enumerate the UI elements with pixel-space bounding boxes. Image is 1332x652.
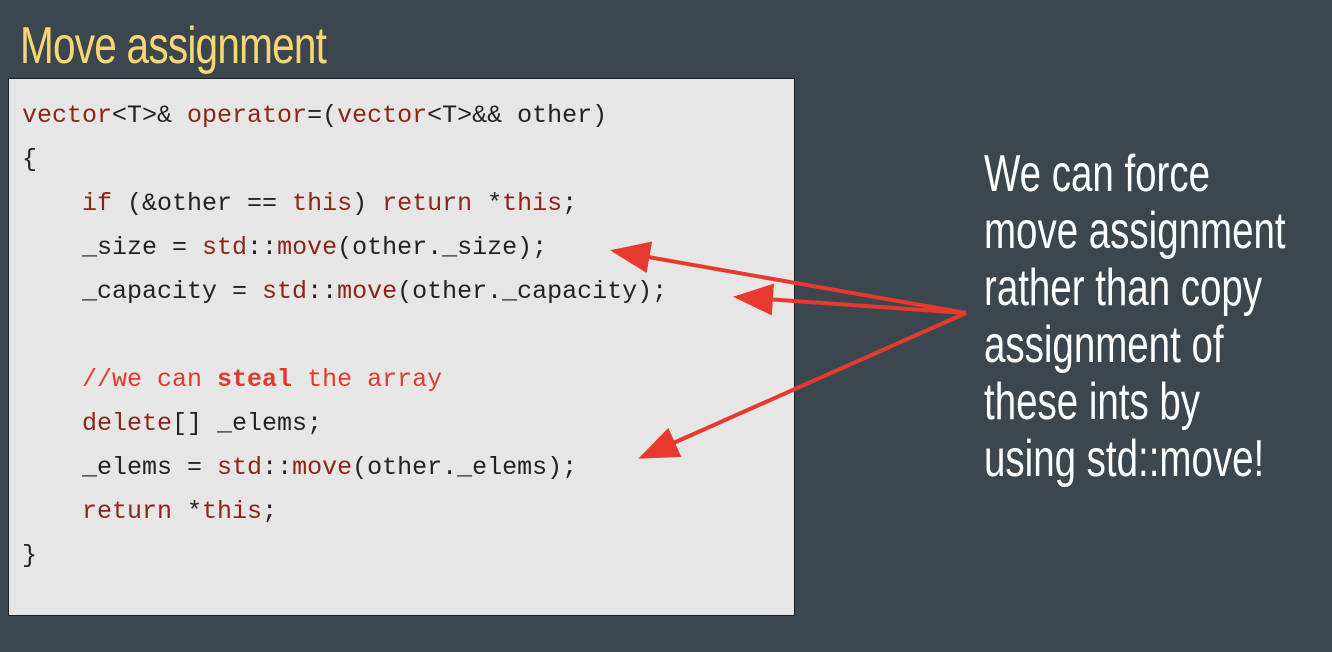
code-line: //we can steal the array bbox=[22, 358, 667, 402]
code-line: vector<T>& operator=(vector<T>&& other) bbox=[22, 94, 667, 138]
code-token: (&other == bbox=[112, 189, 293, 218]
code-token: :: bbox=[247, 233, 278, 262]
code-token: std bbox=[262, 277, 308, 306]
code-token: return bbox=[82, 497, 173, 526]
code-token: ; bbox=[562, 189, 578, 218]
code-block: vector<T>& operator=(vector<T>&& other){… bbox=[8, 78, 795, 616]
code-token: { bbox=[22, 145, 38, 174]
code-token: move bbox=[292, 453, 353, 482]
code-token: ; bbox=[262, 497, 278, 526]
code-token: (other._size); bbox=[337, 233, 548, 262]
code-token: * bbox=[172, 497, 203, 526]
code-token: <T>&& other) bbox=[427, 101, 608, 130]
code-token: [] _elems; bbox=[172, 409, 323, 438]
code-token: the array bbox=[292, 365, 443, 394]
code-lines: vector<T>& operator=(vector<T>&& other){… bbox=[22, 94, 667, 578]
note-line: rather than copy bbox=[984, 259, 1263, 317]
explanation-note: We can force move assignment rather than… bbox=[984, 146, 1324, 488]
code-token: ) bbox=[352, 189, 383, 218]
code-token: if bbox=[82, 189, 113, 218]
code-token: } bbox=[22, 541, 38, 570]
note-line: these ints by bbox=[984, 373, 1201, 431]
code-token: this bbox=[292, 189, 353, 218]
slide-title: Move assignment bbox=[20, 17, 327, 75]
code-token: this bbox=[202, 497, 263, 526]
code-line: if (&other == this) return *this; bbox=[22, 182, 667, 226]
code-token: =( bbox=[307, 101, 338, 130]
code-line: { bbox=[22, 138, 667, 182]
code-line: } bbox=[22, 534, 667, 578]
code-token: _elems = bbox=[22, 453, 218, 482]
note-line: using std::move! bbox=[984, 430, 1265, 488]
code-token: delete bbox=[82, 409, 173, 438]
code-token: move bbox=[277, 233, 338, 262]
code-token: (other._capacity); bbox=[397, 277, 668, 306]
code-token: operator bbox=[187, 101, 308, 130]
code-token: //we can bbox=[82, 365, 218, 394]
code-token: vector bbox=[22, 101, 113, 130]
code-line: _capacity = std::move(other._capacity); bbox=[22, 270, 667, 314]
code-token: :: bbox=[307, 277, 338, 306]
code-token: <T>& bbox=[112, 101, 188, 130]
code-token: (other._elems); bbox=[352, 453, 578, 482]
code-token: _capacity = bbox=[22, 277, 263, 306]
code-token: * bbox=[472, 189, 503, 218]
code-token: std bbox=[217, 453, 263, 482]
code-token: _size = bbox=[22, 233, 203, 262]
code-token: steal bbox=[217, 365, 293, 394]
code-token: vector bbox=[337, 101, 428, 130]
code-line: delete[] _elems; bbox=[22, 402, 667, 446]
code-token: move bbox=[337, 277, 398, 306]
code-token: std bbox=[202, 233, 248, 262]
code-token: return bbox=[382, 189, 473, 218]
note-line: We can force bbox=[984, 145, 1211, 203]
code-token: this bbox=[502, 189, 563, 218]
note-line: move assignment bbox=[984, 202, 1286, 260]
code-token: :: bbox=[262, 453, 293, 482]
code-line: return *this; bbox=[22, 490, 667, 534]
code-line: _size = std::move(other._size); bbox=[22, 226, 667, 270]
code-line: _elems = std::move(other._elems); bbox=[22, 446, 667, 490]
note-line: assignment of bbox=[984, 316, 1224, 374]
